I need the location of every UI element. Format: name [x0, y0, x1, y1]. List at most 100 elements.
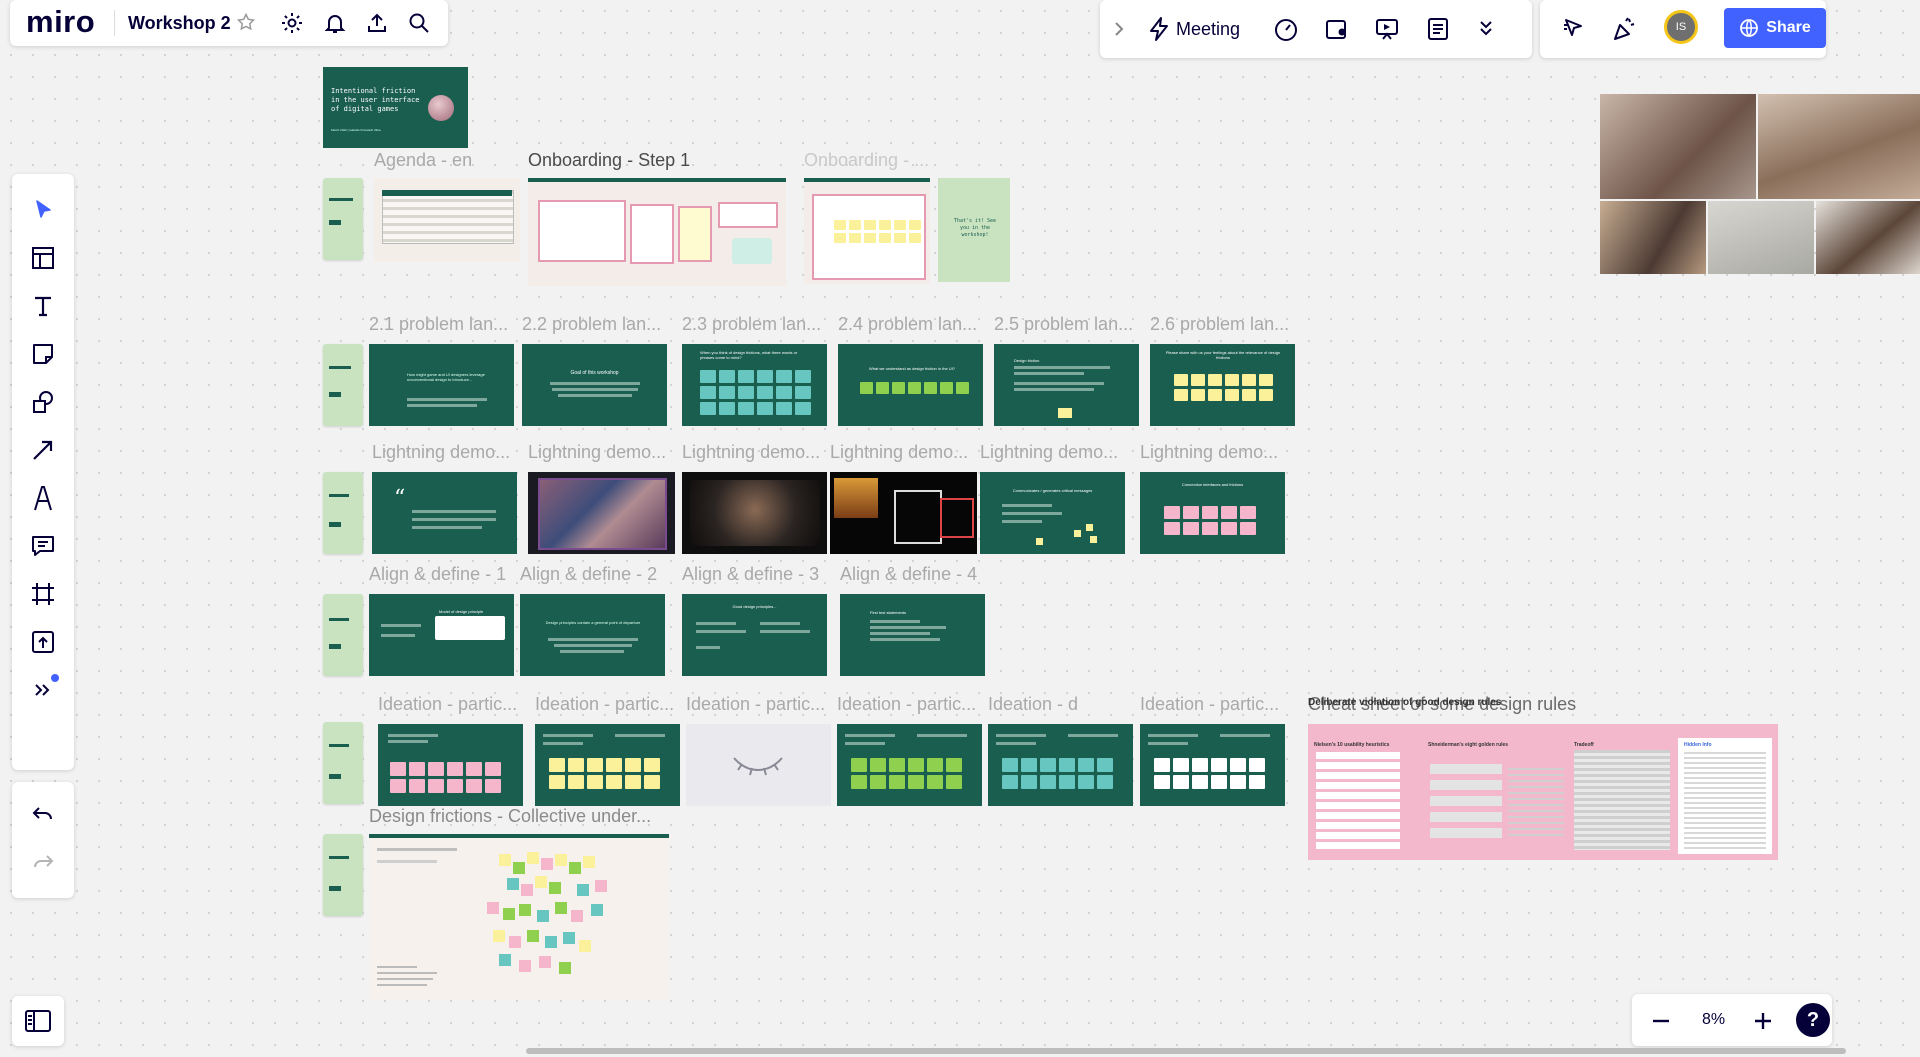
zoom-in-icon[interactable] — [1752, 1010, 1774, 1032]
lightning-demo-1[interactable]: “ — [372, 472, 517, 554]
ideation-frame-6[interactable] — [1140, 724, 1285, 806]
collective-understanding-frame[interactable] — [369, 834, 669, 1000]
ideation-frame-2[interactable] — [535, 724, 680, 806]
board-title[interactable]: Workshop 2 — [128, 13, 231, 34]
zoom-level[interactable]: 8% — [1702, 1011, 1725, 1029]
ideation-frame-1[interactable] — [378, 724, 523, 806]
templates-tool[interactable] — [21, 236, 65, 280]
thats-it-slide[interactable]: That's it! See you in the workshop! — [938, 178, 1010, 282]
embed-icon[interactable] — [1324, 16, 1350, 42]
onboarding-step2-frame[interactable] — [804, 178, 930, 284]
problem-slide-2-4[interactable]: What we understand as design friction in… — [838, 344, 983, 426]
section-marker-card[interactable] — [323, 344, 363, 426]
frame-label[interactable]: Align & define - 4 — [840, 564, 990, 585]
frame-label[interactable]: Ideation - partic... — [378, 694, 528, 715]
frame-tool[interactable] — [21, 572, 65, 616]
presentation-icon[interactable] — [1374, 16, 1400, 42]
frame-label[interactable]: 2.4 problem lan... — [838, 314, 992, 335]
frame-label[interactable]: Lightning demo... — [682, 442, 830, 463]
frame-label[interactable]: Align & define - 3 — [682, 564, 832, 585]
align-define-1[interactable]: Model of design principle — [369, 594, 514, 676]
celebrate-icon[interactable] — [1610, 15, 1638, 43]
search-icon[interactable] — [407, 11, 431, 35]
timer-icon[interactable] — [1273, 16, 1299, 42]
section-marker-card[interactable] — [323, 834, 363, 916]
frames-panel-button[interactable] — [12, 996, 64, 1046]
align-define-2[interactable]: Design principles contain a general poin… — [520, 594, 665, 676]
text-tool[interactable] — [21, 284, 65, 328]
lightning-demo-2[interactable] — [528, 472, 675, 554]
frame-label[interactable]: Design frictions - Collective under... — [369, 806, 669, 827]
miro-logo[interactable]: miro — [26, 4, 95, 40]
select-tool[interactable] — [21, 188, 65, 232]
lightning-demo-6[interactable]: Connection interfaces and frictions — [1140, 472, 1285, 554]
share-button[interactable]: Share — [1724, 8, 1826, 48]
problem-slide-2-5[interactable]: Design friction — [994, 344, 1139, 426]
problem-slide-2-6[interactable]: Please share with us your feelings about… — [1150, 344, 1295, 426]
notes-icon[interactable] — [1425, 16, 1451, 42]
zoom-out-icon[interactable] — [1650, 1010, 1672, 1032]
help-button[interactable]: ? — [1796, 1003, 1830, 1037]
sticky-note-tool[interactable] — [21, 332, 65, 376]
ideation-frame-4[interactable] — [837, 724, 982, 806]
connector-tool[interactable] — [21, 428, 65, 472]
pen-tool[interactable] — [21, 476, 65, 520]
bell-icon[interactable] — [323, 11, 347, 35]
redo-button[interactable] — [21, 840, 65, 884]
frame-label[interactable]: Agenda - en — [374, 150, 484, 171]
ideation-frame-3-hidden[interactable] — [686, 724, 831, 806]
frame-label[interactable]: 2.3 problem lan... — [682, 314, 836, 335]
frame-label[interactable]: Lightning demo... — [830, 442, 978, 463]
chevron-right-icon[interactable] — [1112, 20, 1126, 38]
settings-icon[interactable] — [280, 11, 304, 35]
frame-label[interactable]: Lightning demo... — [528, 442, 676, 463]
frame-label[interactable]: Onboarding - ... — [804, 150, 934, 171]
cheat-sheet-frame[interactable]: Nielsen's 10 usability heuristics Shneid… — [1308, 724, 1778, 860]
frame-label[interactable]: Lightning demo... — [1140, 442, 1288, 463]
shapes-tool[interactable] — [21, 380, 65, 424]
section-marker-card[interactable] — [323, 472, 363, 554]
meeting-button[interactable]: Meeting — [1148, 14, 1240, 44]
problem-slide-2-1[interactable]: How might game and UI designers leverage… — [369, 344, 514, 426]
more-apps-tool[interactable] — [21, 668, 65, 712]
lightning-demo-4[interactable] — [830, 472, 977, 554]
frame-label[interactable]: 2.2 problem lan... — [522, 314, 676, 335]
agenda-frame[interactable] — [374, 178, 520, 262]
align-define-4[interactable]: First test statements — [840, 594, 985, 676]
frame-label[interactable]: Ideation - partic... — [1140, 694, 1288, 715]
section-marker-card[interactable] — [323, 178, 363, 260]
section-marker-card[interactable] — [323, 594, 363, 676]
frame-label[interactable]: Lightning demo... — [980, 442, 1128, 463]
frame-label[interactable]: Align & define - 1 — [369, 564, 519, 585]
ideation-frame-5[interactable] — [988, 724, 1133, 806]
lightning-demo-5[interactable]: Communicates / generates critical messag… — [980, 472, 1125, 554]
frame-label[interactable]: Ideation - partic... — [535, 694, 683, 715]
upload-icon[interactable] — [365, 11, 389, 35]
section-marker-card[interactable] — [323, 722, 363, 804]
frame-label[interactable]: Ideation - d — [988, 694, 1136, 715]
horizontal-scrollbar[interactable] — [526, 1048, 1846, 1054]
frame-label-overlap[interactable]: Deliberate violation of good design rule… — [1308, 697, 1518, 708]
frame-label[interactable]: 2.1 problem lan... — [369, 314, 523, 335]
frame-label[interactable]: 2.6 problem lan... — [1150, 314, 1304, 335]
undo-button[interactable] — [21, 792, 65, 836]
problem-slide-2-3[interactable]: When you think of design frictions, what… — [682, 344, 827, 426]
frame-label[interactable]: Ideation - partic... — [686, 694, 834, 715]
more-chevron-icon[interactable] — [1476, 17, 1496, 39]
video-call-thumbnail[interactable] — [1600, 94, 1920, 274]
frame-label[interactable]: Onboarding - Step 1 — [528, 150, 718, 171]
problem-slide-2-2[interactable]: Goal of this workshop — [522, 344, 667, 426]
onboarding-step1-frame[interactable] — [528, 178, 786, 286]
lightning-demo-3[interactable] — [682, 472, 827, 554]
upload-tool[interactable] — [21, 620, 65, 664]
cursor-follow-icon[interactable] — [1560, 15, 1588, 43]
frame-label[interactable]: Ideation - partic... — [837, 694, 985, 715]
frame-label[interactable]: 2.5 problem lan... — [994, 314, 1148, 335]
user-avatar[interactable]: IS — [1664, 10, 1698, 44]
frame-label[interactable]: Lightning demo... — [372, 442, 520, 463]
cover-slide[interactable]: Intentional friction in the user interfa… — [323, 67, 468, 148]
frame-label[interactable]: Align & define - 2 — [520, 564, 670, 585]
star-icon[interactable] — [236, 12, 256, 32]
comment-tool[interactable] — [21, 524, 65, 568]
align-define-3[interactable]: Good design principles... — [682, 594, 827, 676]
